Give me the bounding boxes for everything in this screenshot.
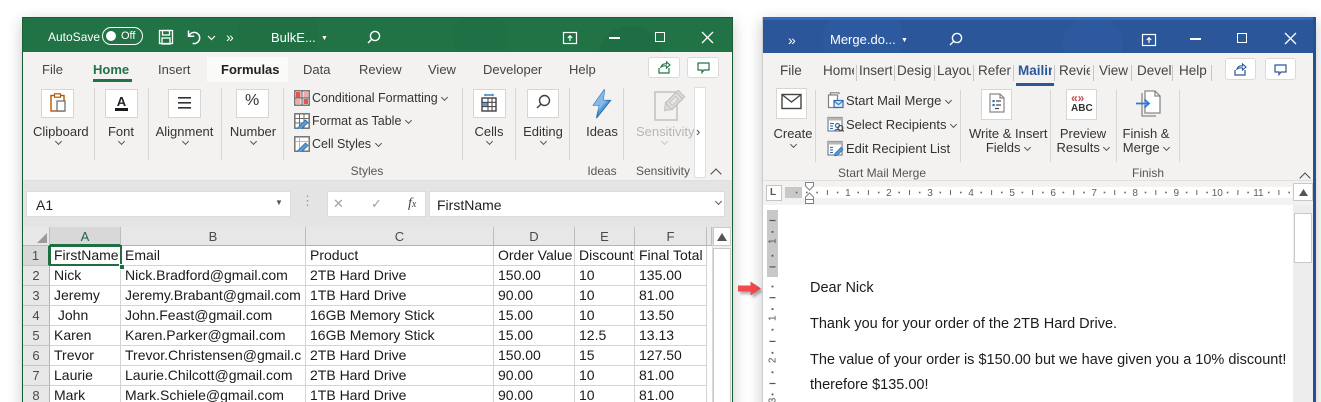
- svg-text:2: 2: [768, 357, 779, 363]
- svg-text:1: 1: [845, 188, 851, 198]
- svg-text:5: 5: [1009, 188, 1015, 198]
- svg-text:9: 9: [1174, 188, 1180, 198]
- svg-text:7: 7: [1091, 188, 1097, 198]
- svg-text:1: 1: [768, 238, 779, 244]
- svg-text:A: A: [117, 94, 127, 109]
- svg-text:3: 3: [768, 397, 779, 402]
- svg-text:4: 4: [968, 188, 974, 198]
- svg-text:10: 10: [1212, 188, 1224, 198]
- svg-text:11: 11: [1253, 188, 1264, 198]
- svg-text:3: 3: [927, 188, 933, 198]
- svg-text:1: 1: [768, 315, 779, 321]
- svg-text:2: 2: [886, 188, 892, 198]
- svg-text:6: 6: [1050, 188, 1056, 198]
- svg-text:8: 8: [1132, 188, 1138, 198]
